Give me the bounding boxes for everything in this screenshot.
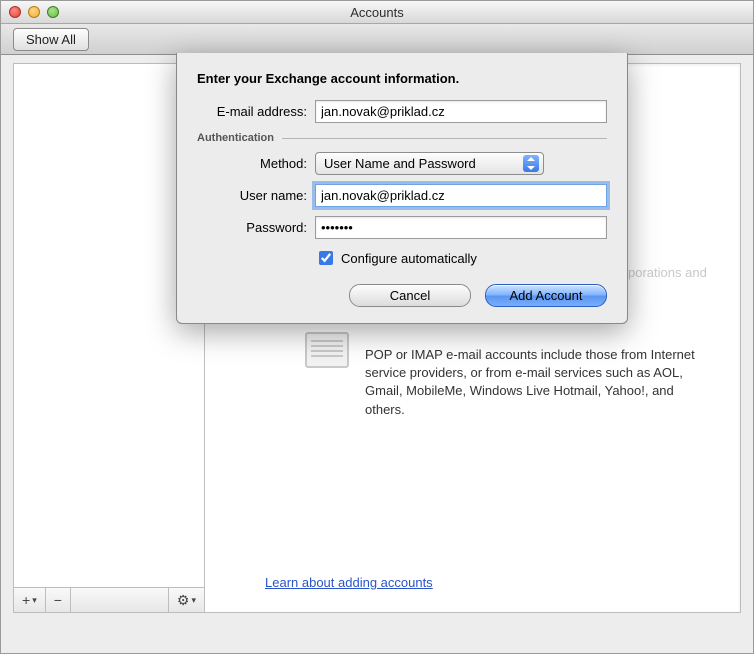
show-all-button[interactable]: Show All	[13, 28, 89, 51]
authentication-label: Authentication	[197, 132, 282, 144]
exchange-account-sheet: Enter your Exchange account information.…	[176, 53, 628, 324]
method-popup[interactable]: User Name and Password	[315, 152, 544, 175]
window-title: Accounts	[1, 5, 753, 20]
username-row: User name:	[197, 184, 607, 207]
configure-auto-row: Configure automatically	[315, 248, 607, 268]
password-row: Password:	[197, 216, 607, 239]
remove-account-button[interactable]: −	[46, 588, 71, 612]
method-label: Method:	[197, 156, 315, 171]
email-field[interactable]	[315, 100, 607, 123]
method-value: User Name and Password	[324, 156, 476, 171]
email-row: E-mail address:	[197, 100, 607, 123]
sidebar-spacer	[71, 588, 168, 612]
gear-icon: ⚙	[177, 592, 190, 609]
traffic-lights	[9, 6, 59, 18]
chevron-down-icon: ▾	[191, 595, 196, 606]
password-label: Password:	[197, 220, 315, 235]
plus-icon: +	[22, 592, 30, 608]
chevron-down-icon: ▾	[32, 595, 37, 606]
accounts-window: Accounts Show All +▾ − ⚙▾ Add an Account…	[0, 0, 754, 654]
username-field[interactable]	[315, 184, 607, 207]
learn-about-adding-accounts-link[interactable]: Learn about adding accounts	[265, 575, 433, 590]
method-row: Method: User Name and Password	[197, 152, 607, 175]
toolbar: Show All	[1, 24, 753, 55]
authentication-separator: Authentication	[197, 132, 607, 144]
sidebar-footer: +▾ − ⚙▾	[14, 587, 204, 612]
close-window-button[interactable]	[9, 6, 21, 18]
configure-auto-label: Configure automatically	[341, 251, 477, 266]
sheet-heading: Enter your Exchange account information.	[197, 71, 607, 86]
add-account-button[interactable]: +▾	[14, 588, 46, 612]
cancel-button[interactable]: Cancel	[349, 284, 471, 307]
mail-doc-icon	[305, 332, 349, 368]
separator-line	[282, 138, 607, 139]
minus-icon: −	[54, 592, 62, 608]
sheet-button-row: Cancel Add Account	[197, 284, 607, 307]
titlebar: Accounts	[1, 1, 753, 24]
username-label: User name:	[197, 188, 315, 203]
add-account-button[interactable]: Add Account	[485, 284, 607, 307]
sidebar-actions-menu[interactable]: ⚙▾	[168, 588, 204, 612]
popup-arrows-icon	[523, 155, 539, 172]
configure-auto-checkbox[interactable]	[319, 251, 333, 265]
pop-imap-description: POP or IMAP e-mail accounts include thos…	[365, 346, 710, 419]
email-label: E-mail address:	[197, 104, 315, 119]
password-field[interactable]	[315, 216, 607, 239]
zoom-window-button[interactable]	[47, 6, 59, 18]
minimize-window-button[interactable]	[28, 6, 40, 18]
